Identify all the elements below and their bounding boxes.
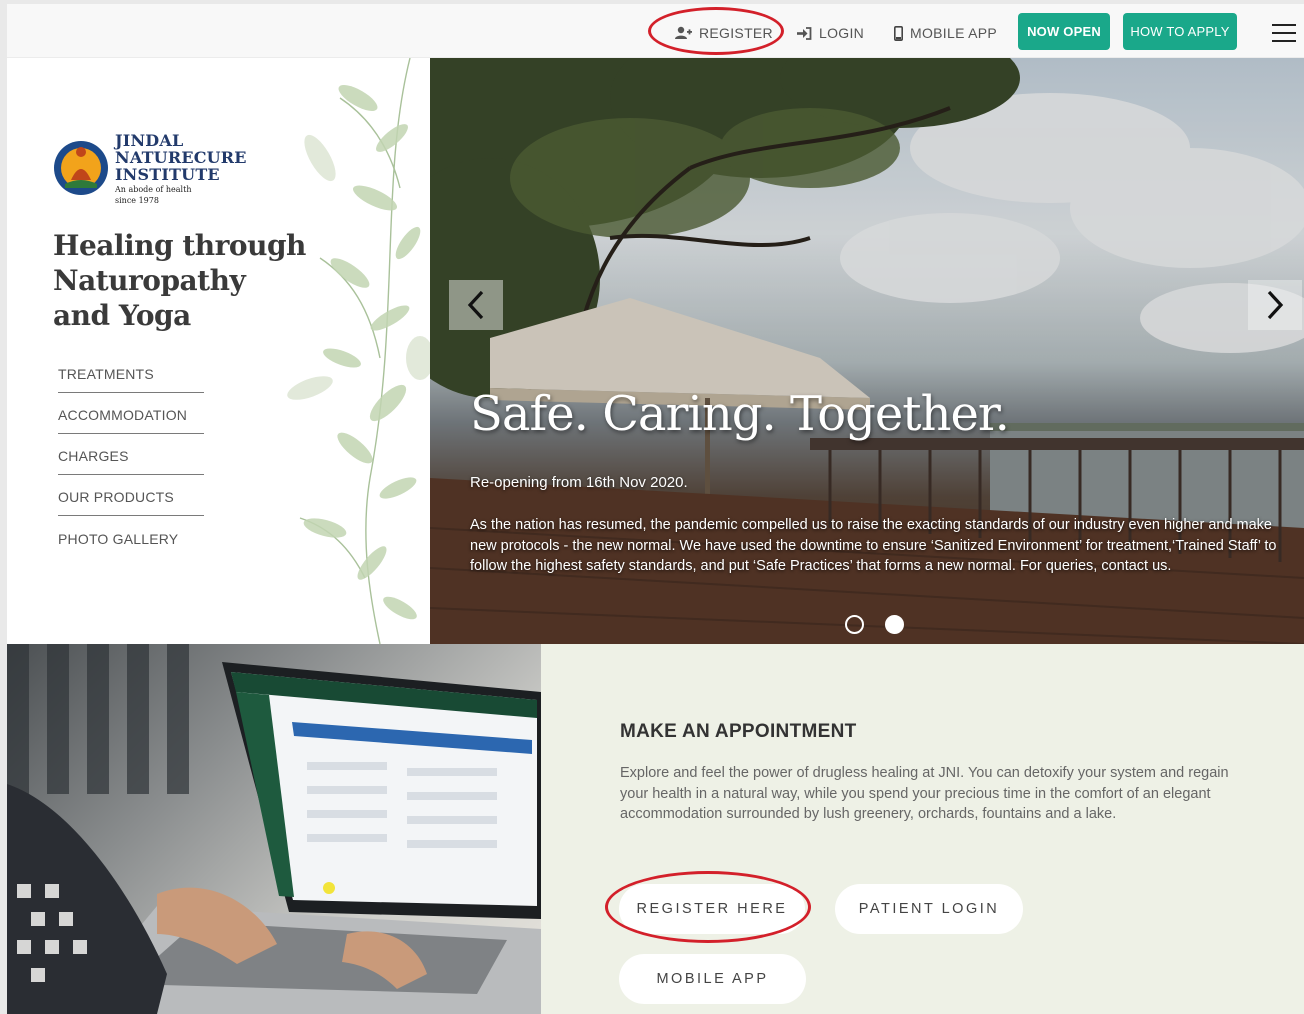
brand-line-1: JINDAL [115, 131, 184, 150]
login-link[interactable]: LOGIN [797, 22, 864, 44]
hero-heading-line-2: Naturopathy [53, 264, 246, 297]
appointment-title: MAKE AN APPOINTMENT [620, 721, 857, 742]
slider-dot-1[interactable] [845, 615, 864, 634]
hero-heading: Healing through Naturopathy and Yoga [53, 228, 313, 333]
window-frame-left [0, 0, 7, 1014]
slide-subtitle: Re-opening from 16th Nov 2020. [470, 474, 688, 491]
logo-emblem [54, 141, 108, 195]
slide-title: Safe. Caring. Together. [470, 386, 1010, 442]
login-label: LOGIN [819, 25, 865, 41]
side-menu: TREATMENTS ACCOMMODATION CHARGES OUR PRO… [58, 352, 204, 557]
laptop-illustration [7, 644, 541, 1014]
mobile-app-label: MOBILE APP [910, 25, 998, 41]
side-menu-item-treatments[interactable]: TREATMENTS [58, 352, 204, 393]
add-user-icon [675, 26, 692, 39]
side-menu-item-photo-gallery[interactable]: PHOTO GALLERY [58, 516, 204, 557]
side-menu-item-accommodation[interactable]: ACCOMMODATION [58, 393, 204, 434]
appointment-section: MAKE AN APPOINTMENT Explore and feel the… [541, 644, 1304, 1014]
leaf-decoration [287, 58, 430, 644]
register-link[interactable]: REGISTER [675, 22, 773, 44]
sign-in-icon [797, 26, 812, 40]
slider-next-button[interactable] [1248, 280, 1302, 330]
brand-line-2: NATURECURE [115, 148, 247, 167]
jni-logo[interactable]: JINDAL NATURECURE INSTITUTE An abode of … [53, 132, 247, 205]
side-menu-item-charges[interactable]: CHARGES [58, 434, 204, 475]
appointment-description: Explore and feel the power of drugless h… [620, 765, 1229, 822]
side-menu-item-our-products[interactable]: OUR PRODUCTS [58, 475, 204, 516]
how-to-apply-label: HOW TO APPLY [1130, 24, 1230, 39]
hero-heading-line-3: and Yoga [53, 299, 191, 332]
hero-left-panel: JINDAL NATURECURE INSTITUTE An abode of … [7, 58, 430, 644]
patient-login-button[interactable]: PATIENT LOGIN [835, 884, 1023, 934]
brand-tagline-2: since 1978 [115, 196, 159, 205]
brand-line-3: INSTITUTE [115, 165, 220, 184]
top-navbar: REGISTER LOGIN MOBILE APP NOW OPEN HOW T… [7, 4, 1304, 58]
mobile-icon [894, 25, 903, 41]
mobile-app-button[interactable]: MOBILE APP [619, 954, 806, 1004]
hamburger-menu-icon[interactable] [1272, 24, 1296, 44]
patient-login-label: PATIENT LOGIN [858, 901, 1000, 917]
brand-tagline-1: An abode of health [115, 185, 192, 194]
how-to-apply-button[interactable]: HOW TO APPLY [1123, 13, 1237, 50]
register-label: REGISTER [699, 25, 773, 41]
hero-heading-line-1: Healing through [53, 229, 306, 262]
register-here-button[interactable]: REGISTER HERE [619, 884, 805, 934]
chevron-left-icon [467, 290, 484, 320]
hero-slider: Safe. Caring. Together. Re-opening from … [430, 58, 1304, 644]
mobile-app-button-label: MOBILE APP [656, 971, 769, 987]
laptop-photo [7, 644, 541, 1014]
now-open-button[interactable]: NOW OPEN [1018, 13, 1110, 50]
mobile-app-link[interactable]: MOBILE APP [894, 22, 997, 44]
register-here-label: REGISTER HERE [636, 901, 788, 917]
slider-prev-button[interactable] [449, 280, 503, 330]
chevron-right-icon [1267, 290, 1284, 320]
slider-dot-2[interactable] [885, 615, 904, 634]
now-open-label: NOW OPEN [1027, 24, 1101, 39]
slide-body-text: As the nation has resumed, the pandemic … [470, 517, 1277, 574]
